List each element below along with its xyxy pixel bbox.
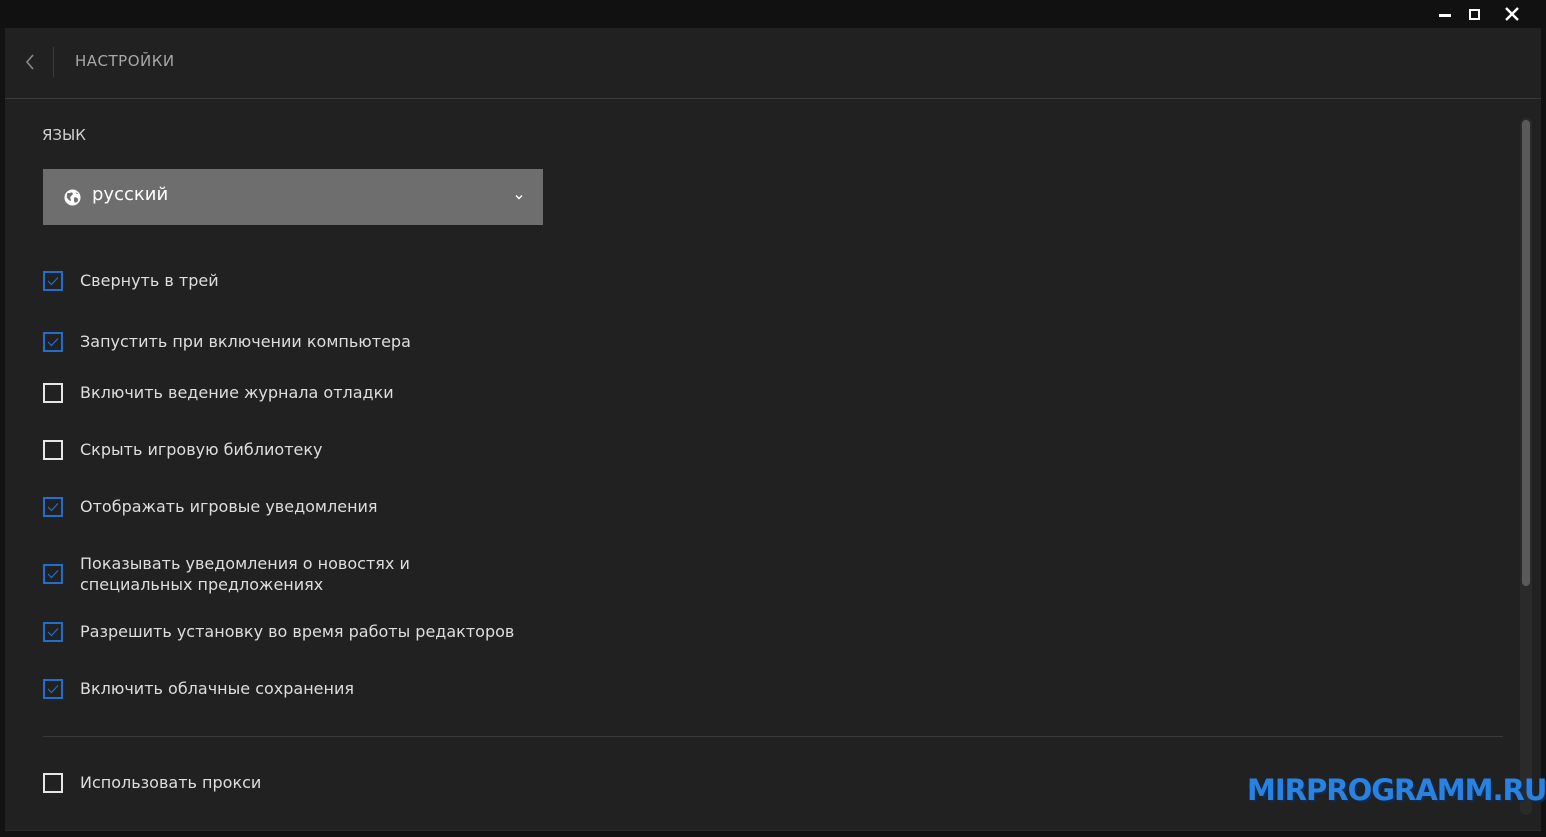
watermark-logo: MIRPROGRAMM.RU [1247,773,1546,807]
close-icon [1505,7,1519,21]
checkbox-unchecked[interactable] [43,772,63,793]
option-cloud-saves[interactable]: Включить облачные сохранения [43,678,354,699]
checkbox-checked[interactable] [43,678,63,699]
header-divider [53,47,54,77]
option-launch-on-startup[interactable]: Запустить при включении компьютера [43,331,411,352]
checkmark-icon [47,276,59,285]
option-label: Скрыть игровую библиотеку [80,440,323,459]
checkmark-icon [47,502,59,511]
settings-header: НАСТРОЙКИ [5,28,1541,99]
settings-window: НАСТРОЙКИ ЯЗЫК русский Свернуть в трей З… [5,28,1546,831]
checkmark-icon [47,627,59,636]
checkbox-unchecked[interactable] [43,382,63,403]
checkbox-checked[interactable] [43,496,63,517]
section-divider [43,736,1503,737]
checkmark-icon [47,570,59,579]
option-label: Отображать игровые уведомления [80,497,378,516]
option-label: Использовать прокси [80,773,262,792]
page-title: НАСТРОЙКИ [75,52,175,70]
option-hide-game-library[interactable]: Скрыть игровую библиотеку [43,439,323,460]
maximize-icon [1468,8,1480,20]
checkbox-checked[interactable] [43,621,63,642]
checkmark-icon [47,337,59,346]
option-label: Разрешить установку во время работы реда… [80,622,515,641]
globe-icon [64,189,81,206]
minimize-button[interactable] [1430,0,1460,28]
minimize-icon [1439,14,1451,17]
language-section-label: ЯЗЫК [42,126,86,144]
language-selected-value: русский [92,184,169,205]
checkmark-icon [47,684,59,693]
chevron-down-icon [515,195,523,200]
checkbox-unchecked[interactable] [43,439,63,460]
option-install-while-editors[interactable]: Разрешить установку во время работы реда… [43,621,514,642]
scrollbar-thumb[interactable] [1522,120,1530,586]
back-button[interactable] [19,50,41,74]
option-label: Включить ведение журнала отладки [80,383,394,402]
option-debug-logging[interactable]: Включить ведение журнала отладки [43,382,394,403]
chevron-left-icon [25,54,34,70]
checkbox-checked[interactable] [43,331,63,352]
option-label: Показывать уведомления о новостях и спец… [80,554,410,594]
checkbox-checked[interactable] [43,270,63,291]
option-label: Свернуть в трей [80,271,219,290]
window-titlebar [0,0,1546,28]
language-dropdown[interactable]: русский [43,169,543,225]
option-label: Запустить при включении компьютера [80,332,411,351]
maximize-button[interactable] [1459,0,1489,28]
close-button[interactable] [1497,0,1527,28]
option-game-notifications[interactable]: Отображать игровые уведомления [43,496,378,517]
option-minimize-to-tray[interactable]: Свернуть в трей [43,270,219,291]
option-use-proxy[interactable]: Использовать прокси [43,772,261,793]
option-news-notifications[interactable]: Показывать уведомления о новостях и спец… [43,553,520,595]
option-label: Включить облачные сохранения [80,679,354,698]
checkbox-checked[interactable] [43,564,63,584]
